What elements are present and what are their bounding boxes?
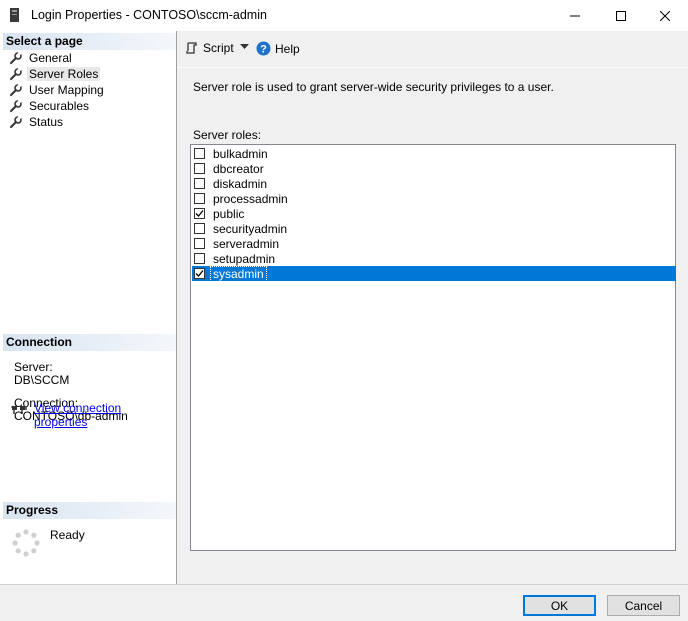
role-name: diskadmin xyxy=(213,176,268,191)
wrench-icon xyxy=(10,83,22,96)
role-row-securityadmin[interactable]: securityadmin xyxy=(192,221,676,236)
role-name: serveradmin xyxy=(213,236,280,251)
plug-icon xyxy=(11,406,27,414)
server-info: Server: DB\SCCM xyxy=(14,361,69,387)
wrench-icon xyxy=(10,67,22,80)
role-row-setupadmin[interactable]: setupadmin xyxy=(192,251,676,266)
role-row-bulkadmin[interactable]: bulkadmin xyxy=(192,146,676,161)
role-name: public xyxy=(213,206,245,221)
page-item-general[interactable]: General xyxy=(9,50,106,66)
cancel-button[interactable]: Cancel xyxy=(607,595,680,616)
page-item-label: Server Roles xyxy=(27,67,101,81)
checkmark-icon xyxy=(195,270,204,277)
page-item-server-roles[interactable]: Server Roles xyxy=(9,66,106,82)
progress-header: Progress xyxy=(3,502,176,519)
script-icon xyxy=(186,42,197,54)
progress-spinner-icon xyxy=(12,529,40,557)
close-button[interactable] xyxy=(642,0,688,31)
help-button[interactable]: ? Help xyxy=(256,41,300,56)
role-row-dbcreator[interactable]: dbcreator xyxy=(192,161,676,176)
dialog-button-bar: OK Cancel xyxy=(0,584,688,621)
app-icon xyxy=(10,8,19,22)
role-row-serveradmin[interactable]: serveradmin xyxy=(192,236,676,251)
help-label: Help xyxy=(275,41,300,56)
page-item-status[interactable]: Status xyxy=(9,114,106,130)
role-name: securityadmin xyxy=(213,221,288,236)
script-dropdown-caret-icon[interactable] xyxy=(240,44,249,50)
role-checkbox[interactable] xyxy=(194,163,205,174)
page-list: General Server Roles User Mapping Secura… xyxy=(9,50,106,130)
role-row-diskadmin[interactable]: diskadmin xyxy=(192,176,676,191)
role-name: setupadmin xyxy=(213,251,276,266)
role-checkbox[interactable] xyxy=(194,148,205,159)
role-checkbox[interactable] xyxy=(194,193,205,204)
minimize-icon xyxy=(570,15,580,16)
close-icon xyxy=(660,10,670,21)
script-label: Script xyxy=(203,41,234,55)
toolbar: Script ? Help xyxy=(177,31,688,68)
svg-text:?: ? xyxy=(260,44,267,56)
left-pane: Select a page General Server Roles User … xyxy=(0,31,177,584)
wrench-icon xyxy=(10,115,22,128)
script-button[interactable]: Script xyxy=(185,41,234,55)
role-name: processadmin xyxy=(213,191,288,206)
page-description: Server role is used to grant server-wide… xyxy=(193,80,554,94)
role-row-sysadmin[interactable]: sysadmin xyxy=(192,265,676,282)
wrench-icon xyxy=(10,99,22,112)
role-checkbox[interactable] xyxy=(194,238,205,249)
role-checkbox[interactable] xyxy=(194,253,205,264)
server-value: DB\SCCM xyxy=(14,373,70,387)
select-page-header: Select a page xyxy=(3,33,176,50)
minimize-button[interactable] xyxy=(552,0,598,31)
role-checkbox[interactable] xyxy=(194,268,205,279)
role-name: dbcreator xyxy=(213,161,264,176)
wrench-icon xyxy=(10,51,22,64)
maximize-button[interactable] xyxy=(598,0,644,31)
server-roles-list[interactable]: bulkadmin dbcreator diskadmin processadm… xyxy=(190,144,676,551)
role-checkbox[interactable] xyxy=(194,223,205,234)
connection-header: Connection xyxy=(3,334,176,351)
page-item-user-mapping[interactable]: User Mapping xyxy=(9,82,106,98)
page-item-label: Status xyxy=(29,115,64,129)
window-title: Login Properties - CONTOSO\sccm-admin xyxy=(31,8,267,22)
role-checkbox[interactable] xyxy=(194,208,205,219)
maximize-icon xyxy=(616,10,626,21)
role-name: bulkadmin xyxy=(213,146,268,161)
help-icon: ? xyxy=(256,41,271,56)
ok-button[interactable]: OK xyxy=(523,595,596,616)
page-item-securables[interactable]: Securables xyxy=(9,98,106,114)
page-item-label: Securables xyxy=(29,99,90,113)
progress-status: Ready xyxy=(50,528,85,542)
page-item-label: General xyxy=(29,51,72,65)
server-roles-label: Server roles: xyxy=(193,128,262,142)
role-checkbox[interactable] xyxy=(194,178,205,189)
role-row-processadmin[interactable]: processadmin xyxy=(192,191,676,206)
main-content: Server role is used to grant server-wide… xyxy=(177,68,688,584)
role-row-public[interactable]: public xyxy=(192,206,676,221)
page-item-label: User Mapping xyxy=(29,83,104,97)
title-bar: Login Properties - CONTOSO\sccm-admin xyxy=(0,0,688,32)
role-name: sysadmin xyxy=(210,265,267,282)
checkmark-icon xyxy=(195,210,204,217)
view-connection-properties-link[interactable]: View connection properties xyxy=(34,401,176,429)
